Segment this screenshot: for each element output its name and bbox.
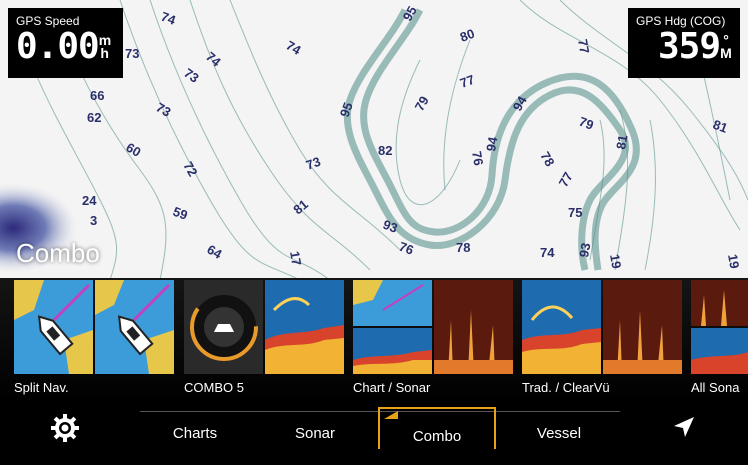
tab-combo[interactable]: Combo (378, 407, 496, 449)
bottom-nav-bar: Charts Sonar Combo Vessel (0, 401, 748, 449)
all-sonar-thumbnail (691, 280, 748, 374)
gps-speed-value: 0.00 (16, 26, 100, 67)
combo-tile-label: All Sona (691, 380, 740, 395)
tab-label: Vessel (536, 425, 582, 442)
tab-charts[interactable]: Charts (136, 411, 254, 447)
page-title: Combo (16, 238, 100, 268)
combo-tile-label: COMBO 5 (184, 380, 244, 395)
combo-tile-split-nav[interactable]: Split Nav. (14, 280, 174, 400)
combo-tile-label: Split Nav. (14, 380, 69, 395)
combo-tile-chart-sonar[interactable]: Chart / Sonar (353, 280, 513, 400)
gps-heading-unit: ° M (720, 32, 732, 61)
combo-tile-trad-clearvu[interactable]: Trad. / ClearVü (522, 280, 682, 400)
trad-clearvu-thumbnail (522, 280, 682, 374)
combo-tile-label: Chart / Sonar (353, 380, 431, 395)
gps-speed-readout[interactable]: GPS Speed 0.00m h (8, 8, 123, 78)
tab-selected-marker (384, 411, 398, 419)
tab-label: Combo (412, 428, 462, 445)
tab-label: Sonar (294, 425, 336, 442)
gps-heading-value: 359 (657, 26, 721, 67)
combo-tile-label: Trad. / ClearVü (522, 380, 610, 395)
tab-label: Charts (172, 425, 218, 442)
gps-speed-unit: mh (98, 32, 112, 61)
chart-sonar-thumbnail (353, 280, 513, 374)
gear-icon[interactable] (50, 413, 80, 443)
tab-sonar[interactable]: Sonar (256, 411, 374, 447)
split-nav-thumbnail (14, 280, 174, 374)
combo-tray: Split Nav. COMBO 5 Chart / Sonar Trad. /… (0, 278, 748, 401)
combo-tile-all-sonar[interactable]: All Sona (691, 280, 748, 400)
gps-heading-readout[interactable]: GPS Hdg (COG) 359 ° M (628, 8, 740, 78)
combo-5-thumbnail (184, 280, 344, 374)
tab-vessel[interactable]: Vessel (500, 411, 618, 447)
combo-tile-combo-5[interactable]: COMBO 5 (184, 280, 344, 400)
navigation-arrow-icon[interactable] (672, 415, 696, 439)
